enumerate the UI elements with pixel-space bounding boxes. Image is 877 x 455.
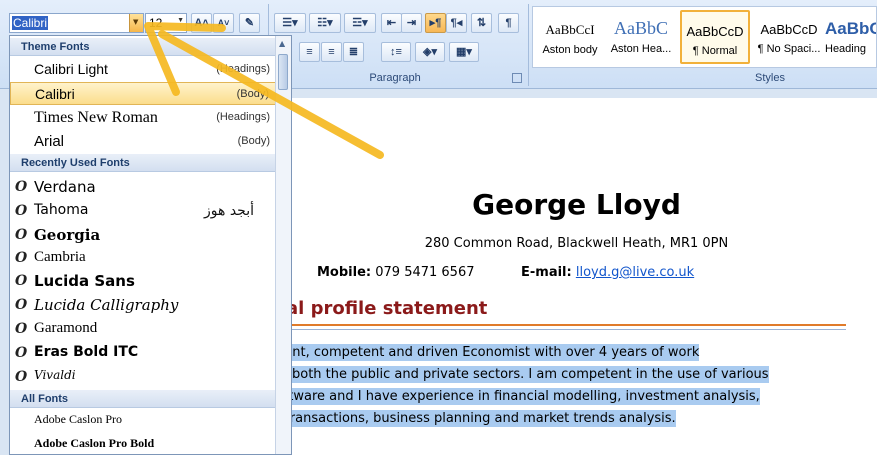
paint-bucket-icon: ◈▾ bbox=[423, 46, 437, 58]
style-aston-body[interactable]: AaBbCcI Aston body bbox=[535, 10, 605, 64]
dropdown-scrollbar[interactable]: ▲ bbox=[275, 36, 291, 454]
font-option-tahoma[interactable]: O Tahoma أبجد هوز bbox=[10, 199, 276, 222]
font-option-lucida-calligraphy[interactable]: O Lucida Calligraphy bbox=[10, 293, 276, 316]
indent-icon: ⇥ bbox=[406, 17, 417, 29]
opentype-icon: O bbox=[15, 203, 28, 219]
shrink-font-button[interactable]: A˅ bbox=[213, 13, 234, 33]
opentype-icon: O bbox=[15, 321, 28, 337]
heading-rule bbox=[276, 324, 846, 326]
outdent-icon: ⇤ bbox=[386, 17, 397, 29]
font-option-georgia[interactable]: O Georgia bbox=[10, 223, 276, 246]
email-link[interactable]: lloyd.g@live.co.uk bbox=[576, 265, 694, 280]
font-option-eras-bold-itc[interactable]: O Eras Bold ITC bbox=[10, 341, 276, 364]
section-heading: al profile statement bbox=[286, 298, 488, 319]
line-spacing-icon: ↕≡ bbox=[390, 46, 402, 58]
align-center-icon: ≡ bbox=[306, 46, 313, 58]
font-name-value: Calibri bbox=[12, 16, 49, 30]
font-option-calibri[interactable]: Calibri (Body) bbox=[10, 82, 276, 105]
tahoma-sample: أبجد هوز bbox=[204, 203, 254, 219]
opentype-icon: O bbox=[15, 345, 28, 361]
font-option-cambria[interactable]: O Cambria bbox=[10, 246, 276, 269]
email-label: E-mail: bbox=[521, 265, 572, 280]
multilevel-list-button[interactable]: ☲▾ bbox=[344, 13, 376, 33]
style-heading[interactable]: AaBbC Heading bbox=[825, 10, 876, 64]
font-option-garamond[interactable]: O Garamond bbox=[10, 317, 276, 340]
increase-indent-button[interactable]: ⇥ bbox=[401, 13, 422, 33]
style-no-spacing[interactable]: AaBbCcD ¶ No Spaci... bbox=[754, 10, 824, 64]
paragraph-line: f transactions, business planning and ma… bbox=[276, 410, 676, 427]
shading-button[interactable]: ◈▾ bbox=[415, 42, 445, 62]
ltr-icon: ▸¶ bbox=[429, 17, 442, 29]
pilcrow-icon: ¶ bbox=[505, 17, 512, 29]
bullet-list-icon: ☰▾ bbox=[282, 17, 298, 29]
opentype-icon: O bbox=[15, 297, 28, 313]
opentype-icon: O bbox=[15, 369, 28, 385]
multilevel-list-icon: ☲▾ bbox=[352, 17, 368, 29]
show-marks-button[interactable]: ¶ bbox=[498, 13, 519, 33]
opentype-icon: O bbox=[15, 179, 28, 195]
justify-button[interactable]: ≣ bbox=[343, 42, 364, 62]
dialog-launcher-icon[interactable] bbox=[512, 73, 522, 83]
font-size-combo[interactable]: 12 ▼ bbox=[145, 13, 187, 33]
sort-icon: ⇅ bbox=[476, 17, 487, 29]
align-right-icon: ≡ bbox=[328, 46, 335, 58]
recent-fonts-header: Recently Used Fonts bbox=[10, 154, 276, 172]
font-dropdown-button[interactable]: ▼ bbox=[129, 14, 143, 32]
document-address: 280 Common Road, Blackwell Heath, MR1 0P… bbox=[424, 236, 729, 251]
group-separator bbox=[528, 4, 529, 86]
borders-button[interactable]: ▦▾ bbox=[449, 42, 479, 62]
font-option-times-new-roman[interactable]: Times New Roman (Headings) bbox=[10, 106, 276, 129]
font-size-value: 12 bbox=[149, 16, 163, 30]
justify-icon: ≣ bbox=[348, 46, 359, 58]
font-option-vivaldi[interactable]: O Vivaldi bbox=[10, 365, 276, 388]
styles-gallery: AaBbCcI Aston body AaBbC Aston Hea... Aa… bbox=[532, 6, 877, 68]
email-line: E-mail: lloyd.g@live.co.uk bbox=[521, 265, 694, 280]
mobile-label: Mobile: bbox=[317, 265, 372, 280]
opentype-icon: O bbox=[15, 273, 28, 289]
font-option-adobe-caslon-pro[interactable]: Adobe Caslon Pro bbox=[10, 409, 276, 432]
opentype-icon: O bbox=[15, 227, 28, 243]
eraser-icon: ✎ bbox=[244, 17, 255, 29]
paragraph-group-label: Paragraph bbox=[369, 72, 421, 84]
clear-formatting-button[interactable]: ✎ bbox=[239, 13, 260, 33]
font-option-verdana[interactable]: O Verdana bbox=[10, 175, 276, 198]
font-option-arial[interactable]: Arial (Body) bbox=[10, 130, 276, 153]
rtl-icon: ¶◂ bbox=[450, 17, 463, 29]
font-option-lucida-sans[interactable]: O Lucida Sans bbox=[10, 269, 276, 292]
opentype-icon: O bbox=[15, 250, 28, 266]
chevron-down-icon: ▼ bbox=[177, 17, 184, 24]
all-fonts-header: All Fonts bbox=[10, 390, 276, 408]
font-option-adobe-caslon-pro-bold[interactable]: Adobe Caslon Pro Bold bbox=[10, 433, 276, 454]
font-dropdown-list: Theme Fonts Calibri Light (Headings) Cal… bbox=[9, 35, 292, 455]
bullets-button[interactable]: ☰▾ bbox=[274, 13, 306, 33]
scrollbar-thumb[interactable] bbox=[278, 54, 288, 90]
rtl-button[interactable]: ¶◂ bbox=[446, 13, 467, 33]
font-name-combo[interactable]: Calibri ▼ bbox=[9, 13, 144, 33]
styles-group-label: Styles bbox=[755, 72, 785, 84]
style-aston-heading[interactable]: AaBbC Aston Hea... bbox=[606, 10, 676, 64]
decrease-indent-button[interactable]: ⇤ bbox=[381, 13, 402, 33]
style-normal[interactable]: AaBbCcD ¶ Normal bbox=[680, 10, 750, 64]
paragraph-line: dent, competent and driven Economist wit… bbox=[276, 344, 700, 361]
font-option-calibri-light[interactable]: Calibri Light (Headings) bbox=[10, 58, 276, 81]
line-spacing-button[interactable]: ↕≡ bbox=[381, 42, 411, 62]
numbered-list-icon: ☷▾ bbox=[317, 17, 333, 29]
align-right-button[interactable]: ≡ bbox=[321, 42, 342, 62]
paragraph-line: in both the public and private sectors. … bbox=[276, 366, 769, 383]
theme-fonts-header: Theme Fonts bbox=[10, 38, 276, 56]
sort-button[interactable]: ⇅ bbox=[471, 13, 492, 33]
ltr-button[interactable]: ▸¶ bbox=[425, 13, 446, 33]
chevron-down-icon: ▼ bbox=[133, 18, 139, 26]
align-center-button[interactable]: ≡ bbox=[299, 42, 320, 62]
paragraph-line: oftware and I have experience in financi… bbox=[276, 388, 760, 405]
numbering-button[interactable]: ☷▾ bbox=[309, 13, 341, 33]
document-page[interactable]: George Lloyd 280 Common Road, Blackwell … bbox=[276, 98, 877, 455]
mobile-line: Mobile: 079 5471 6567 bbox=[317, 265, 475, 280]
heading-rule-secondary bbox=[276, 329, 846, 330]
mobile-value: 079 5471 6567 bbox=[375, 265, 475, 280]
scroll-up-icon[interactable]: ▲ bbox=[279, 39, 285, 48]
document-name: George Lloyd bbox=[472, 188, 681, 221]
border-icon: ▦▾ bbox=[456, 46, 472, 58]
grow-font-button[interactable]: A˄ bbox=[191, 13, 212, 33]
